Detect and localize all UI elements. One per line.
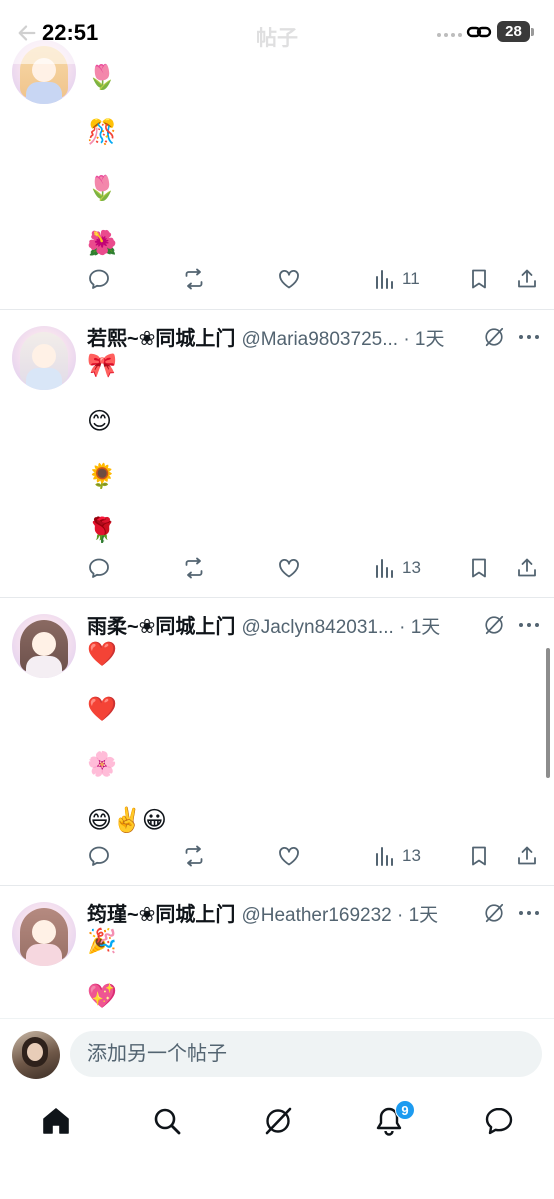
like-button[interactable] xyxy=(277,266,301,292)
views-count: 13 xyxy=(402,558,421,577)
views-button[interactable]: 13 xyxy=(373,555,421,581)
grok-icon[interactable] xyxy=(483,614,505,636)
share-button[interactable] xyxy=(515,555,539,581)
emoji-line: 🌻 xyxy=(87,462,117,490)
messages-icon xyxy=(485,1107,513,1135)
post-header: 筠瑾~❀同城上门 @Heather169232 · 1天 xyxy=(87,898,438,928)
status-time: 22:51 xyxy=(42,20,99,45)
handle-and-time[interactable]: @Heather169232 · 1天 xyxy=(241,900,438,927)
handle-and-time[interactable]: @Jaclyn842031... · 1天 xyxy=(241,612,440,639)
emoji-line: 🌷 xyxy=(87,174,117,202)
share-button[interactable] xyxy=(515,266,539,292)
battery-icon: 28 xyxy=(497,21,530,42)
reply-button[interactable] xyxy=(87,843,111,869)
grok-icon[interactable] xyxy=(483,326,505,348)
post-header: 雨柔~❀同城上门 @Jaclyn842031... · 1天 xyxy=(87,610,440,640)
emoji-line: 🌹 xyxy=(87,516,117,544)
grok-icon xyxy=(265,1107,292,1135)
more-icon[interactable] xyxy=(518,622,540,628)
emoji-line: 🎉 xyxy=(87,927,117,955)
more-icon[interactable] xyxy=(518,910,540,916)
repost-icon xyxy=(185,557,203,579)
heart-icon xyxy=(279,846,299,866)
notification-badge: 9 xyxy=(395,1100,415,1120)
views-count: 11 xyxy=(402,269,420,288)
action-bar: 11 xyxy=(0,266,554,294)
user-avatar[interactable] xyxy=(12,1031,60,1079)
bookmark-icon xyxy=(472,846,486,866)
battery-tip xyxy=(531,28,534,36)
emoji-line: 💖 xyxy=(87,982,117,1010)
nav-search[interactable] xyxy=(151,1105,183,1137)
emoji-line: 😄✌️😀 xyxy=(87,806,167,834)
reply-icon xyxy=(89,846,109,866)
bookmark-button[interactable] xyxy=(467,555,491,581)
handle-and-time[interactable]: @Maria9803725... · 1天 xyxy=(241,324,444,351)
status-bar: 帖子 22:51 28 xyxy=(0,0,554,64)
action-bar: 13 xyxy=(0,843,554,871)
signal-icon xyxy=(437,33,462,37)
reply-button[interactable] xyxy=(87,555,111,581)
post-header: 若熙~❀同城上门 @Maria9803725... · 1天 xyxy=(87,322,445,352)
emoji-line: 🌷 xyxy=(87,63,117,91)
views-chart-icon xyxy=(376,559,393,578)
like-button[interactable] xyxy=(277,555,301,581)
emoji-line: ❤️ xyxy=(87,695,117,723)
post-thread-screen: 🌷 🎊 🌷 🌺 11 若熙~❀同城上门 @Maria9803725... · 1… xyxy=(0,0,554,1199)
bookmark-button[interactable] xyxy=(467,266,491,292)
display-name[interactable]: 若熙~❀同城上门 xyxy=(87,322,235,351)
views-count: 13 xyxy=(402,846,421,865)
views-chart-icon xyxy=(376,270,393,289)
reply-icon xyxy=(89,269,109,289)
emoji-line: ❤️ xyxy=(87,640,117,668)
emoji-line: 🌸 xyxy=(87,750,117,778)
nav-grok[interactable] xyxy=(262,1105,294,1137)
bookmark-button[interactable] xyxy=(467,843,491,869)
home-icon xyxy=(43,1108,69,1134)
scrollbar[interactable] xyxy=(546,648,550,778)
grok-icon[interactable] xyxy=(483,902,505,924)
avatar[interactable] xyxy=(12,326,76,390)
reply-button[interactable] xyxy=(87,266,111,292)
emoji-line: 🌺 xyxy=(87,229,117,257)
nav-messages[interactable] xyxy=(483,1105,515,1137)
repost-button[interactable] xyxy=(182,266,206,292)
action-bar: 13 xyxy=(0,555,554,583)
avatar[interactable] xyxy=(12,902,76,966)
nav-home[interactable] xyxy=(40,1105,72,1137)
share-button[interactable] xyxy=(515,843,539,869)
compose-bar: 添加另一个帖子 xyxy=(0,1018,554,1090)
post-4[interactable]: 筠瑾~❀同城上门 @Heather169232 · 1天 🎉 💖 xyxy=(0,886,554,1018)
share-icon xyxy=(518,558,536,577)
display-name[interactable]: 雨柔~❀同城上门 xyxy=(87,610,235,639)
compose-input[interactable]: 添加另一个帖子 xyxy=(70,1031,542,1077)
share-icon xyxy=(518,846,536,865)
repost-icon xyxy=(185,845,203,867)
like-button[interactable] xyxy=(277,843,301,869)
heart-icon xyxy=(279,269,299,289)
emoji-line: 🎀 xyxy=(87,351,117,379)
share-icon xyxy=(518,269,536,288)
post-3[interactable]: 雨柔~❀同城上门 @Jaclyn842031... · 1天 ❤️ ❤️ 🌸 😄… xyxy=(0,598,554,886)
views-button[interactable]: 13 xyxy=(373,843,421,869)
link-icon xyxy=(466,26,492,38)
post-2[interactable]: 若熙~❀同城上门 @Maria9803725... · 1天 🎀 😊 🌻 🌹 1… xyxy=(0,310,554,598)
bookmark-icon xyxy=(472,558,486,578)
more-icon[interactable] xyxy=(518,334,540,340)
heart-icon xyxy=(279,558,299,578)
repost-icon xyxy=(185,268,203,290)
emoji-line: 😊 xyxy=(87,407,113,435)
search-icon xyxy=(154,1108,181,1135)
bookmark-icon xyxy=(472,269,486,289)
avatar[interactable] xyxy=(12,614,76,678)
repost-button[interactable] xyxy=(182,555,206,581)
bottom-nav: 9 xyxy=(0,1090,554,1199)
emoji-line: 🎊 xyxy=(87,118,117,146)
display-name[interactable]: 筠瑾~❀同城上门 xyxy=(87,898,235,927)
repost-button[interactable] xyxy=(182,843,206,869)
views-chart-icon xyxy=(376,847,393,866)
views-button[interactable]: 11 xyxy=(373,266,420,292)
reply-icon xyxy=(89,558,109,578)
